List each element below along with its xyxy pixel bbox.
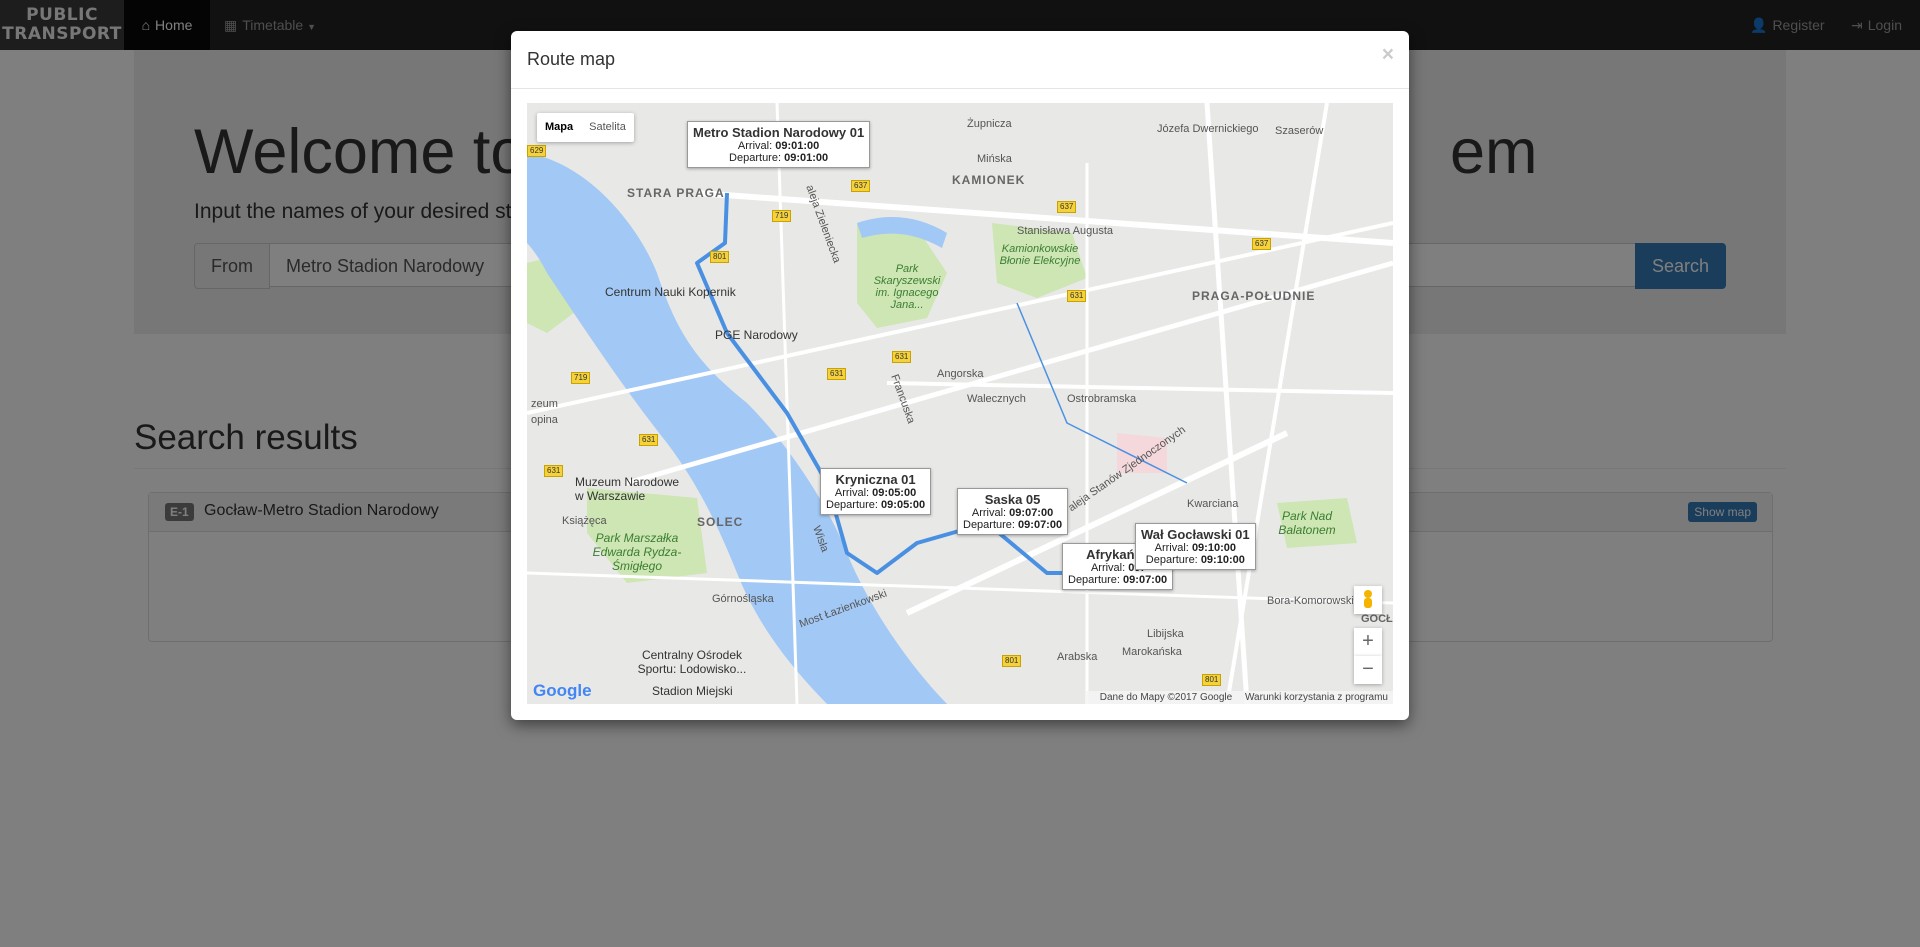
- map-label: Park Nad Balatonem: [1278, 509, 1336, 537]
- stop-departure: Departure: 09:07:00: [1068, 574, 1168, 586]
- map-label: Górnośląska: [712, 593, 774, 605]
- stop-info-window[interactable]: Metro Stadion Narodowy 01 Arrival: 09:01…: [687, 121, 871, 168]
- map-label: Szaserów: [1275, 125, 1324, 137]
- map-label: Stanisława Augusta: [1017, 225, 1114, 237]
- map-label: Centralny Ośrodek Sportu: Lodowisko...: [637, 648, 747, 676]
- map-label: Józefa Dwernickiego: [1157, 123, 1259, 135]
- map-label: Żupnicza: [967, 118, 1012, 130]
- stop-name: Saska 05: [984, 492, 1041, 507]
- close-icon[interactable]: ×: [1382, 43, 1394, 67]
- map-type-map[interactable]: Mapa: [537, 113, 581, 142]
- map-label: PGE Narodowy: [715, 328, 798, 342]
- stop-departure: Departure: 09:01:00: [729, 152, 829, 164]
- road-shield: 637: [1252, 238, 1272, 250]
- road-shield: 801: [1002, 655, 1022, 667]
- road: [1225, 103, 1329, 704]
- road-shield: 631: [1067, 290, 1087, 302]
- road-shield: 801: [1202, 674, 1222, 686]
- map-type-control: Mapa Satelita: [537, 113, 634, 142]
- modal-divider: [511, 88, 1409, 89]
- map-label: STARA PRAGA: [627, 186, 725, 200]
- map-label: Muzeum Narodowe w Warszawie: [575, 475, 680, 503]
- stop-departure: Departure: 09:10:00: [1145, 554, 1245, 566]
- zoom-in-button[interactable]: +: [1354, 628, 1382, 656]
- road-shield: 631: [639, 434, 659, 446]
- map-attribution: Dane do Mapy ©2017 Google Warunki korzys…: [1084, 691, 1393, 704]
- map-label: Libijska: [1147, 628, 1184, 640]
- map-label: SOLEC: [697, 515, 744, 529]
- stop-name: Kryniczna 01: [835, 472, 916, 487]
- stop-arrival: Arrival: 09:05:00: [834, 487, 917, 499]
- stop-arrival: Arrival: 09:07:00: [971, 507, 1054, 519]
- stop-info-window[interactable]: Kryniczna 01 Arrival: 09:05:00 Departure…: [820, 468, 932, 515]
- google-logo[interactable]: Google: [533, 681, 592, 701]
- map-type-satellite[interactable]: Satelita: [581, 113, 634, 142]
- terms-link[interactable]: Warunki korzystania z programu: [1245, 692, 1388, 703]
- street-view-pegman-icon[interactable]: [1354, 586, 1382, 614]
- stop-departure: Departure: 09:07:00: [963, 519, 1063, 531]
- map-label: Ostrobramska: [1067, 393, 1137, 405]
- stop-name: Metro Stadion Narodowy 01: [693, 125, 865, 140]
- stop-arrival: Arrival: 09:01:00: [737, 140, 820, 152]
- map-label: Stadion Miejski: [652, 684, 733, 698]
- stop-departure: Departure: 09:05:00: [826, 499, 926, 511]
- stop-info-window[interactable]: Saska 05 Arrival: 09:07:00 Departure: 09…: [957, 488, 1069, 535]
- stop-info-window[interactable]: Wał Gocławski 01 Arrival: 09:10:00 Depar…: [1135, 523, 1256, 570]
- map-label: Park Marszałka Edwarda Rydza-Śmigłego: [592, 531, 682, 573]
- road-shield: 629: [527, 145, 547, 157]
- modal-title: Route map: [527, 49, 616, 69]
- map-label: GOCŁ: [1361, 613, 1393, 625]
- map-label: KAMIONEK: [952, 173, 1026, 187]
- road-shield: 631: [892, 351, 912, 363]
- attribution-text: Dane do Mapy ©2017 Google: [1099, 692, 1233, 703]
- road-shield: 631: [544, 465, 564, 477]
- map-label: Walecznych: [967, 393, 1026, 405]
- map-label: Park Skaryszewski im. Ignacego Jana...: [873, 263, 941, 311]
- google-logo-text: Google: [533, 681, 592, 700]
- map-canvas[interactable]: STARA PRAGA KAMIONEK PRAGA-POŁUDNIE SOLE…: [527, 103, 1393, 704]
- stop-arrival: Arrival: 09:10:00: [1154, 542, 1236, 554]
- road-shield: 637: [851, 180, 871, 192]
- map-label: Marokańska: [1122, 646, 1182, 658]
- zoom-out-button[interactable]: −: [1354, 656, 1382, 684]
- map-label: Arabska: [1057, 651, 1098, 663]
- route-map-modal: Route map × STARA PRAGA KAMIONEK PRAGA-P…: [511, 31, 1409, 720]
- map-label: Kwarciana: [1187, 498, 1239, 510]
- road-shield: 719: [571, 372, 591, 384]
- map-label: opina: [531, 414, 558, 426]
- road: [527, 571, 1393, 605]
- map-label: Centrum Nauki Kopernik: [605, 285, 736, 299]
- stop-name: Wał Gocławski 01: [1141, 527, 1250, 542]
- road-shield: 801: [710, 251, 730, 263]
- road-shield: 637: [1057, 201, 1077, 213]
- road-shield: 719: [772, 210, 792, 222]
- map-label: Kamionkowskie Błonie Elekcyjne: [999, 243, 1081, 267]
- road-shield: 631: [827, 368, 847, 380]
- map-label: zeum: [531, 398, 558, 410]
- map-label: PRAGA-POŁUDNIE: [1192, 289, 1316, 303]
- map-label: Angorska: [937, 368, 984, 380]
- map-label: Mińska: [977, 153, 1012, 165]
- map-label: Książęca: [562, 515, 607, 527]
